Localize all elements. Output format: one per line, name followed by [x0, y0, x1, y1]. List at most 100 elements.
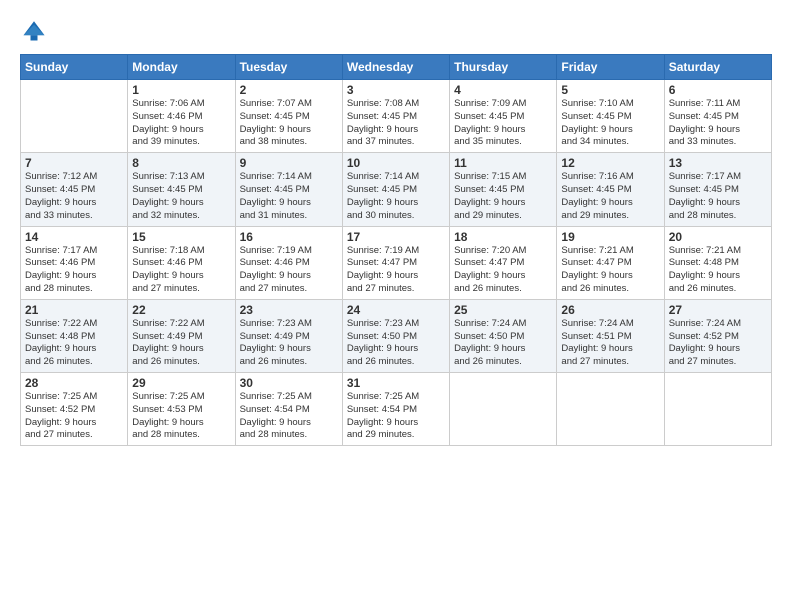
day-cell: 24Sunrise: 7:23 AM Sunset: 4:50 PM Dayli… [342, 299, 449, 372]
day-info: Sunrise: 7:24 AM Sunset: 4:50 PM Dayligh… [454, 318, 552, 369]
day-cell: 13Sunrise: 7:17 AM Sunset: 4:45 PM Dayli… [664, 153, 771, 226]
day-info: Sunrise: 7:18 AM Sunset: 4:46 PM Dayligh… [132, 245, 230, 296]
day-header-monday: Monday [128, 55, 235, 80]
day-info: Sunrise: 7:09 AM Sunset: 4:45 PM Dayligh… [454, 98, 552, 149]
day-info: Sunrise: 7:23 AM Sunset: 4:50 PM Dayligh… [347, 318, 445, 369]
day-header-thursday: Thursday [450, 55, 557, 80]
day-number: 22 [132, 303, 230, 317]
day-cell: 30Sunrise: 7:25 AM Sunset: 4:54 PM Dayli… [235, 373, 342, 446]
day-info: Sunrise: 7:25 AM Sunset: 4:54 PM Dayligh… [240, 391, 338, 442]
day-cell: 26Sunrise: 7:24 AM Sunset: 4:51 PM Dayli… [557, 299, 664, 372]
day-info: Sunrise: 7:10 AM Sunset: 4:45 PM Dayligh… [561, 98, 659, 149]
day-cell: 10Sunrise: 7:14 AM Sunset: 4:45 PM Dayli… [342, 153, 449, 226]
day-info: Sunrise: 7:15 AM Sunset: 4:45 PM Dayligh… [454, 171, 552, 222]
week-row-2: 14Sunrise: 7:17 AM Sunset: 4:46 PM Dayli… [21, 226, 772, 299]
day-number: 28 [25, 376, 123, 390]
day-info: Sunrise: 7:11 AM Sunset: 4:45 PM Dayligh… [669, 98, 767, 149]
day-info: Sunrise: 7:17 AM Sunset: 4:46 PM Dayligh… [25, 245, 123, 296]
day-cell: 18Sunrise: 7:20 AM Sunset: 4:47 PM Dayli… [450, 226, 557, 299]
day-cell [557, 373, 664, 446]
day-number: 24 [347, 303, 445, 317]
day-info: Sunrise: 7:21 AM Sunset: 4:48 PM Dayligh… [669, 245, 767, 296]
day-header-wednesday: Wednesday [342, 55, 449, 80]
logo [20, 16, 52, 44]
day-info: Sunrise: 7:25 AM Sunset: 4:54 PM Dayligh… [347, 391, 445, 442]
day-info: Sunrise: 7:12 AM Sunset: 4:45 PM Dayligh… [25, 171, 123, 222]
day-info: Sunrise: 7:17 AM Sunset: 4:45 PM Dayligh… [669, 171, 767, 222]
week-row-0: 1Sunrise: 7:06 AM Sunset: 4:46 PM Daylig… [21, 80, 772, 153]
day-cell [664, 373, 771, 446]
day-info: Sunrise: 7:25 AM Sunset: 4:52 PM Dayligh… [25, 391, 123, 442]
day-info: Sunrise: 7:24 AM Sunset: 4:51 PM Dayligh… [561, 318, 659, 369]
day-cell: 20Sunrise: 7:21 AM Sunset: 4:48 PM Dayli… [664, 226, 771, 299]
day-number: 16 [240, 230, 338, 244]
day-cell: 1Sunrise: 7:06 AM Sunset: 4:46 PM Daylig… [128, 80, 235, 153]
day-number: 20 [669, 230, 767, 244]
day-cell: 4Sunrise: 7:09 AM Sunset: 4:45 PM Daylig… [450, 80, 557, 153]
day-number: 18 [454, 230, 552, 244]
header-row: SundayMondayTuesdayWednesdayThursdayFrid… [21, 55, 772, 80]
day-cell: 5Sunrise: 7:10 AM Sunset: 4:45 PM Daylig… [557, 80, 664, 153]
day-number: 14 [25, 230, 123, 244]
calendar-table: SundayMondayTuesdayWednesdayThursdayFrid… [20, 54, 772, 446]
day-info: Sunrise: 7:13 AM Sunset: 4:45 PM Dayligh… [132, 171, 230, 222]
day-header-tuesday: Tuesday [235, 55, 342, 80]
day-cell: 3Sunrise: 7:08 AM Sunset: 4:45 PM Daylig… [342, 80, 449, 153]
day-info: Sunrise: 7:14 AM Sunset: 4:45 PM Dayligh… [347, 171, 445, 222]
day-number: 9 [240, 156, 338, 170]
day-header-sunday: Sunday [21, 55, 128, 80]
logo-icon [20, 16, 48, 44]
day-cell: 8Sunrise: 7:13 AM Sunset: 4:45 PM Daylig… [128, 153, 235, 226]
day-info: Sunrise: 7:22 AM Sunset: 4:48 PM Dayligh… [25, 318, 123, 369]
day-number: 29 [132, 376, 230, 390]
day-info: Sunrise: 7:22 AM Sunset: 4:49 PM Dayligh… [132, 318, 230, 369]
day-cell: 19Sunrise: 7:21 AM Sunset: 4:47 PM Dayli… [557, 226, 664, 299]
day-number: 17 [347, 230, 445, 244]
day-cell: 31Sunrise: 7:25 AM Sunset: 4:54 PM Dayli… [342, 373, 449, 446]
day-number: 10 [347, 156, 445, 170]
day-cell: 9Sunrise: 7:14 AM Sunset: 4:45 PM Daylig… [235, 153, 342, 226]
day-info: Sunrise: 7:07 AM Sunset: 4:45 PM Dayligh… [240, 98, 338, 149]
day-number: 7 [25, 156, 123, 170]
day-cell [21, 80, 128, 153]
day-info: Sunrise: 7:25 AM Sunset: 4:53 PM Dayligh… [132, 391, 230, 442]
day-cell: 7Sunrise: 7:12 AM Sunset: 4:45 PM Daylig… [21, 153, 128, 226]
page: SundayMondayTuesdayWednesdayThursdayFrid… [0, 0, 792, 612]
day-info: Sunrise: 7:06 AM Sunset: 4:46 PM Dayligh… [132, 98, 230, 149]
day-number: 12 [561, 156, 659, 170]
day-header-friday: Friday [557, 55, 664, 80]
day-number: 15 [132, 230, 230, 244]
day-cell: 29Sunrise: 7:25 AM Sunset: 4:53 PM Dayli… [128, 373, 235, 446]
day-number: 5 [561, 83, 659, 97]
day-number: 1 [132, 83, 230, 97]
day-cell: 16Sunrise: 7:19 AM Sunset: 4:46 PM Dayli… [235, 226, 342, 299]
day-cell: 15Sunrise: 7:18 AM Sunset: 4:46 PM Dayli… [128, 226, 235, 299]
day-number: 27 [669, 303, 767, 317]
header [20, 16, 772, 44]
day-number: 21 [25, 303, 123, 317]
day-number: 2 [240, 83, 338, 97]
day-number: 8 [132, 156, 230, 170]
day-cell: 28Sunrise: 7:25 AM Sunset: 4:52 PM Dayli… [21, 373, 128, 446]
day-info: Sunrise: 7:21 AM Sunset: 4:47 PM Dayligh… [561, 245, 659, 296]
day-cell: 12Sunrise: 7:16 AM Sunset: 4:45 PM Dayli… [557, 153, 664, 226]
day-number: 25 [454, 303, 552, 317]
day-info: Sunrise: 7:24 AM Sunset: 4:52 PM Dayligh… [669, 318, 767, 369]
day-cell: 23Sunrise: 7:23 AM Sunset: 4:49 PM Dayli… [235, 299, 342, 372]
day-info: Sunrise: 7:23 AM Sunset: 4:49 PM Dayligh… [240, 318, 338, 369]
day-number: 11 [454, 156, 552, 170]
day-number: 6 [669, 83, 767, 97]
day-number: 30 [240, 376, 338, 390]
day-number: 3 [347, 83, 445, 97]
day-info: Sunrise: 7:14 AM Sunset: 4:45 PM Dayligh… [240, 171, 338, 222]
day-info: Sunrise: 7:08 AM Sunset: 4:45 PM Dayligh… [347, 98, 445, 149]
week-row-1: 7Sunrise: 7:12 AM Sunset: 4:45 PM Daylig… [21, 153, 772, 226]
week-row-4: 28Sunrise: 7:25 AM Sunset: 4:52 PM Dayli… [21, 373, 772, 446]
day-cell: 25Sunrise: 7:24 AM Sunset: 4:50 PM Dayli… [450, 299, 557, 372]
week-row-3: 21Sunrise: 7:22 AM Sunset: 4:48 PM Dayli… [21, 299, 772, 372]
day-cell: 21Sunrise: 7:22 AM Sunset: 4:48 PM Dayli… [21, 299, 128, 372]
day-cell: 17Sunrise: 7:19 AM Sunset: 4:47 PM Dayli… [342, 226, 449, 299]
day-info: Sunrise: 7:16 AM Sunset: 4:45 PM Dayligh… [561, 171, 659, 222]
day-info: Sunrise: 7:19 AM Sunset: 4:47 PM Dayligh… [347, 245, 445, 296]
day-number: 13 [669, 156, 767, 170]
